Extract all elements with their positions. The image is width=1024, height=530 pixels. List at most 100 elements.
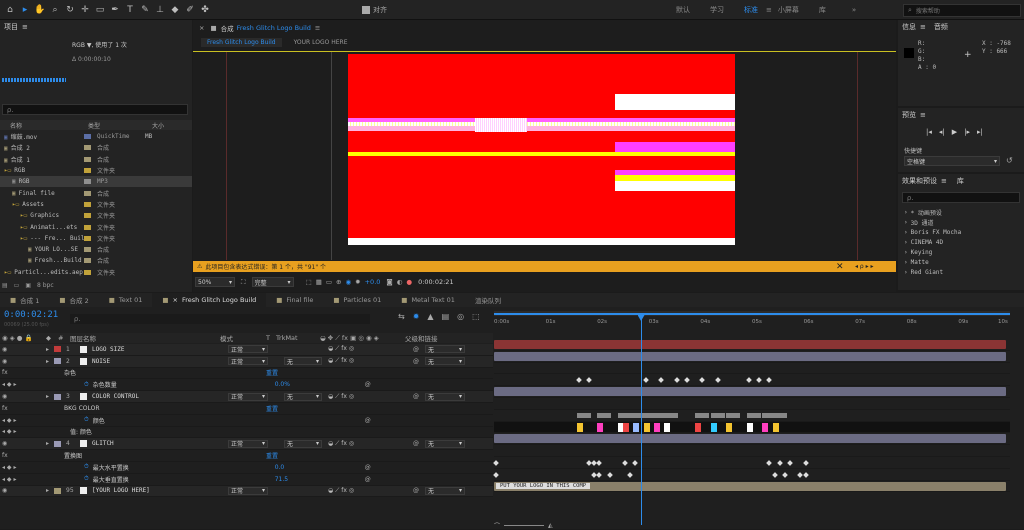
project-item[interactable]: ▣ Final file 合成	[0, 187, 192, 198]
close-tab-icon[interactable]: ×	[199, 24, 204, 32]
property-value[interactable]: 重置	[266, 404, 356, 413]
quality-dropdown[interactable]: 完整 ▾	[251, 277, 294, 287]
new-comp-icon[interactable]: ▣	[25, 282, 31, 289]
col-trkmat[interactable]: TrkMat	[276, 334, 320, 342]
bpc-label[interactable]: 8 bpc	[37, 282, 54, 289]
close-tab-icon[interactable]: ×	[173, 296, 178, 304]
timeline-tab[interactable]: ■ 合成 1	[0, 293, 49, 307]
project-item[interactable]: ▣ RGB MP3	[0, 176, 192, 188]
exposure-value[interactable]: +0.0	[365, 278, 381, 286]
property-value[interactable]: 71.5	[275, 476, 365, 483]
workspace-default[interactable]: 默认	[676, 5, 690, 15]
visibility-eye-icon[interactable]: ◉	[0, 358, 10, 365]
project-item[interactable]: ▸▭ Graphics 文件夹	[0, 210, 192, 221]
layer-name[interactable]: NOISE	[92, 358, 228, 365]
layer-row[interactable]: ◉ ▸ 4 GLITCH 正常 ▾ 无 ▾ ◒ ⟋ fx ◎ @ 无 ▾	[0, 438, 493, 451]
layer-row[interactable]: ◉ ▸ 2 NOISE 正常 ▾ 无 ▾ ◒ ⟋ fx ◎ @ 无 ▾	[0, 355, 493, 368]
work-area-bar[interactable]	[494, 311, 1010, 316]
composition-viewer[interactable]	[348, 54, 735, 245]
pickwhip-icon[interactable]: @	[413, 393, 425, 400]
last-frame-icon[interactable]: ▸|	[977, 128, 983, 136]
mask-icon[interactable]: ▭	[326, 278, 332, 286]
effects-category[interactable]: › Matte	[900, 257, 1022, 267]
trkmat-dropdown[interactable]: 无 ▾	[284, 439, 322, 448]
keyframe[interactable]	[684, 377, 690, 384]
layer-label-color[interactable]	[54, 358, 61, 365]
fx-icon[interactable]: fx	[0, 452, 64, 459]
keyframe[interactable]	[695, 412, 710, 418]
audio-tab[interactable]: 音频	[934, 22, 948, 32]
label-color[interactable]	[84, 224, 91, 230]
keyframe[interactable]	[596, 460, 603, 466]
layer-duration-bar[interactable]	[494, 351, 1006, 361]
blend-mode-dropdown[interactable]: 正常 ▾	[228, 345, 268, 354]
keyframe[interactable]	[746, 412, 761, 418]
next-frame-icon[interactable]: |▸	[964, 128, 970, 136]
roto-tool-icon[interactable]: ✐	[184, 4, 196, 16]
layer-row[interactable]: ◉▸95[YOUR LOGO HERE]正常▾▾◒ ⟋ fx ◎@无▾	[0, 485, 493, 498]
expression-pickwhip-icon[interactable]: @	[365, 476, 371, 483]
playhead[interactable]	[637, 315, 645, 525]
keyframe[interactable]	[802, 471, 809, 478]
keyframe[interactable]	[493, 460, 499, 466]
comp-timecode[interactable]: 0:00:02:21	[418, 278, 454, 286]
timeline-track-area[interactable]: 0:00s 01s 02s 03s 04s 05s 06s 07s 08s 09s 10s PUT …	[493, 311, 1014, 529]
color-keyframe[interactable]	[623, 422, 629, 432]
effects-category[interactable]: › Keying	[900, 247, 1022, 257]
property-value[interactable]: 0.0	[275, 464, 365, 471]
reset-icon[interactable]: ↺	[1006, 156, 1013, 165]
col-name[interactable]: 名称	[0, 121, 88, 130]
layer-duration-bar[interactable]	[494, 387, 1006, 397]
preview-menu-icon[interactable]: ≡	[920, 111, 926, 119]
visibility-eye-icon[interactable]: ◉	[0, 393, 10, 400]
workspace-menu-icon[interactable]: ≡	[766, 6, 772, 14]
project-item[interactable]: ▣ Fresh...Build 合成	[0, 255, 192, 266]
crumb-fresh-glitch[interactable]: Fresh Glitch Logo Build	[201, 38, 282, 47]
keyframe[interactable]	[642, 377, 649, 384]
visibility-eye-icon[interactable]: ◉	[0, 346, 10, 353]
label-color[interactable]	[84, 179, 91, 185]
type-tool-icon[interactable]: T	[124, 4, 136, 16]
project-item[interactable]: ▸▭ RGB 文件夹	[0, 165, 192, 176]
property-row[interactable]: ◂ ◆ ▸ 值: 颜色	[0, 427, 493, 439]
stopwatch-icon[interactable]: ⏱	[84, 463, 89, 471]
stopwatch-icon[interactable]: ⏱	[84, 381, 89, 389]
expand-arrow-icon[interactable]: ▸	[46, 440, 54, 447]
effects-tab[interactable]: 效果和预设	[902, 176, 937, 186]
roi-icon[interactable]: ⬚	[306, 278, 312, 286]
zoom-in-icon[interactable]: ◭	[548, 522, 553, 529]
property-row[interactable]: ◂ ◆ ▸ ⏱ 最大垂直置换 71.5 @	[0, 474, 493, 486]
layer-name[interactable]: [YOUR LOGO HERE]	[92, 487, 228, 494]
keyframe[interactable]	[782, 471, 788, 478]
workspace-learn[interactable]: 学习	[710, 5, 724, 15]
layer-switches[interactable]: ◒ ⟋ fx ◎	[328, 487, 413, 495]
layer-duration-bar[interactable]	[494, 340, 1006, 349]
keyframe[interactable]	[766, 377, 773, 384]
col-size[interactable]: 大小	[152, 121, 164, 130]
puppet-tool-icon[interactable]: ✤	[199, 4, 211, 16]
3d-view-icon[interactable]: ⊕	[336, 278, 341, 286]
layer-row[interactable]: ◉▸1LOGO SIZE正常▾▾◒ ⟋ fx ◎@无▾	[0, 344, 493, 356]
color-keyframe[interactable]	[762, 422, 769, 432]
effects-menu-icon[interactable]: ≡	[941, 177, 947, 185]
rectangle-tool-icon[interactable]: ▭	[94, 4, 106, 16]
project-item[interactable]: ▣ 合成 2 合成	[0, 142, 192, 153]
interpret-icon[interactable]: ▤	[2, 282, 8, 289]
label-color[interactable]	[84, 156, 91, 162]
col-layer-name[interactable]: 图层名称	[70, 333, 220, 343]
pickwhip-icon[interactable]: @	[413, 346, 425, 353]
project-menu-icon[interactable]: ≡	[22, 23, 28, 31]
play-icon[interactable]: ▶	[952, 128, 957, 136]
color-channel-icon[interactable]: ◉	[345, 278, 351, 286]
keyframe[interactable]	[771, 471, 778, 478]
layer-duration-bar[interactable]: PUT YOUR LOGO IN THIS COMP	[494, 481, 1006, 491]
expand-arrow-icon[interactable]: ▸	[46, 487, 54, 494]
keyframe-nav[interactable]: ◂ ◆ ▸	[0, 417, 84, 424]
comp-menu-icon[interactable]: ≡	[315, 24, 320, 32]
label-color[interactable]	[84, 247, 91, 253]
pen-tool-icon[interactable]: ✒	[109, 4, 121, 16]
col-parent[interactable]: 父级和链接	[405, 333, 438, 343]
effects-category[interactable]: › Boris FX Mocha	[900, 227, 1022, 237]
info-tab[interactable]: 信息	[902, 22, 916, 32]
expression-error-text[interactable]: 此项目包含表达式错误：第 1 个，共 "91" 个	[205, 262, 326, 271]
